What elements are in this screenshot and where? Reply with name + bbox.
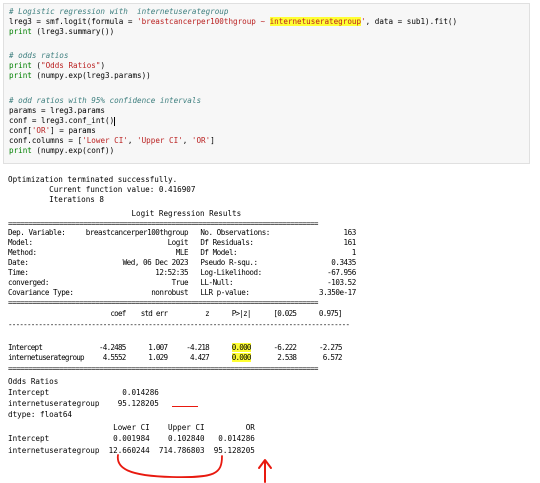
red-annotation-overlay [116,454,272,483]
red-arrow-annotation [258,459,272,483]
red-bracket-annotation [116,454,223,479]
